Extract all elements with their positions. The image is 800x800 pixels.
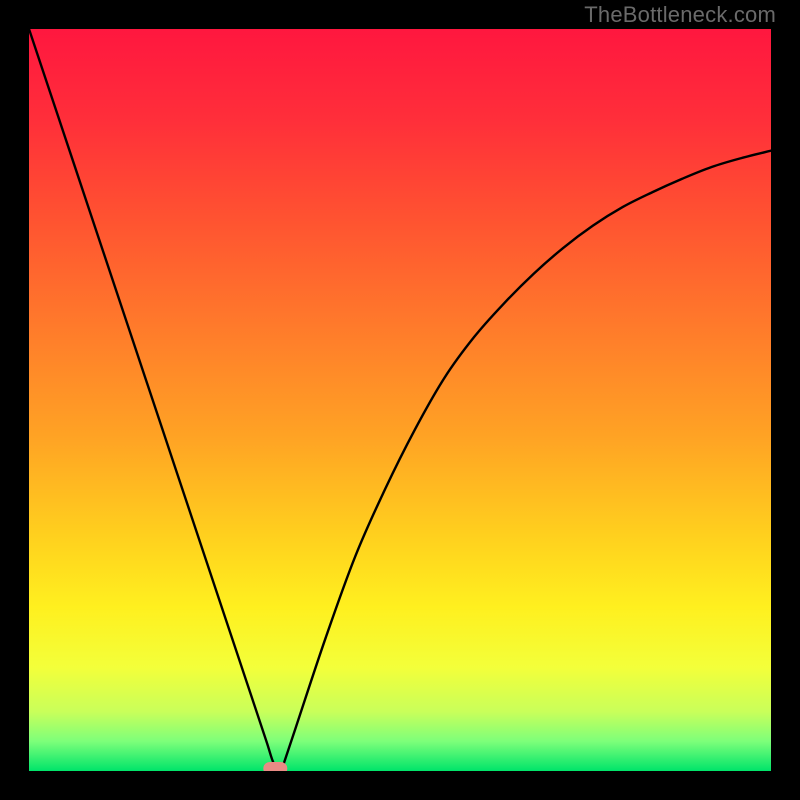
watermark-text: TheBottleneck.com [584,2,776,28]
optimal-marker [263,762,287,771]
outer-frame: TheBottleneck.com [0,0,800,800]
chart-background [29,29,771,771]
bottleneck-chart [29,29,771,771]
